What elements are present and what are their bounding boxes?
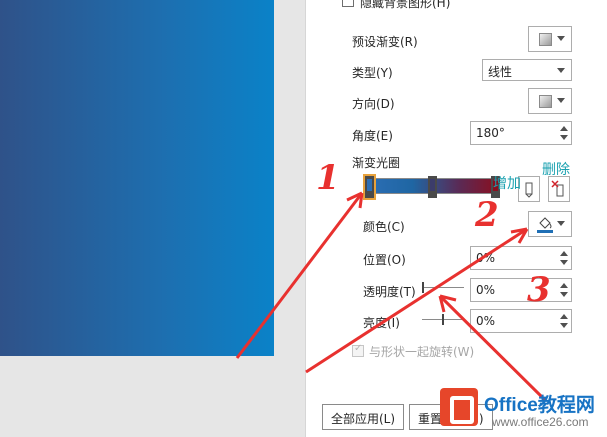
- watermark-title: Office教程网: [484, 395, 595, 416]
- spin-up-icon[interactable]: [560, 283, 568, 288]
- direction-label: 方向(D): [352, 97, 395, 111]
- rotate-with-shape-label: 与形状一起旋转(W): [369, 345, 475, 359]
- brightness-spinner[interactable]: [470, 309, 572, 333]
- chevron-down-icon: [557, 221, 565, 226]
- delete-gradient-stop-button[interactable]: [548, 176, 570, 202]
- add-annotation-label: 增加: [493, 176, 521, 192]
- preset-gradient-label: 预设渐变(R): [352, 35, 418, 49]
- brightness-label: 亮度(I): [363, 316, 400, 330]
- watermark-url: www.office26.com: [492, 415, 589, 429]
- gradient-swatch-icon: [539, 33, 552, 46]
- color-label: 颜色(C): [363, 220, 405, 234]
- slide-preview[interactable]: [0, 0, 274, 356]
- position-spinner[interactable]: [470, 246, 572, 270]
- angle-spinner[interactable]: [470, 121, 572, 145]
- add-gradient-stop-button[interactable]: [518, 176, 540, 202]
- add-stop-icon: [525, 182, 533, 198]
- angle-input[interactable]: [476, 125, 556, 141]
- type-dropdown[interactable]: 线性: [482, 59, 572, 81]
- office-logo-icon: [440, 388, 478, 426]
- transparency-label: 透明度(T): [363, 285, 416, 299]
- gradient-stop-2[interactable]: [428, 176, 437, 198]
- angle-label: 角度(E): [352, 129, 393, 143]
- paint-bucket-icon: [537, 217, 553, 233]
- spin-down-icon[interactable]: [560, 135, 568, 140]
- delete-annotation-label: 删除: [542, 162, 570, 178]
- brightness-slider[interactable]: [422, 314, 464, 325]
- direction-swatch-icon: [539, 95, 552, 108]
- gradient-stop-1[interactable]: [363, 174, 376, 200]
- preset-gradient-button[interactable]: [528, 26, 572, 52]
- apply-all-button[interactable]: 全部应用(L): [322, 404, 405, 430]
- spin-down-icon[interactable]: [560, 323, 568, 328]
- chevron-down-icon: [557, 36, 565, 41]
- spin-up-icon[interactable]: [560, 314, 568, 319]
- chevron-down-icon: [557, 68, 565, 73]
- slide-canvas-area: [0, 0, 305, 437]
- transparency-slider-thumb[interactable]: [422, 282, 424, 293]
- transparency-slider[interactable]: [422, 282, 464, 293]
- chevron-down-icon: [557, 98, 565, 103]
- type-label: 类型(Y): [352, 66, 393, 80]
- annotation-number-1: 1: [316, 158, 340, 198]
- color-picker-button[interactable]: [528, 211, 572, 237]
- direction-button[interactable]: [528, 88, 572, 114]
- gradient-stops-label: 渐变光圈: [352, 156, 401, 170]
- brightness-slider-thumb[interactable]: [442, 314, 444, 325]
- annotation-number-2: 2: [475, 195, 499, 235]
- rotate-with-shape-checkbox[interactable]: [352, 343, 364, 357]
- delete-stop-icon: [551, 180, 564, 197]
- hide-background-label: 隐藏背景图形(H): [360, 0, 451, 10]
- spin-up-icon[interactable]: [560, 126, 568, 131]
- position-input[interactable]: [476, 250, 556, 266]
- hide-background-checkbox[interactable]: [342, 0, 354, 7]
- type-dropdown-value: 线性: [488, 65, 513, 79]
- transparency-spinner[interactable]: [470, 278, 572, 302]
- position-label: 位置(O): [363, 253, 406, 267]
- office26-watermark: Office教程网 www.office26.com: [440, 380, 607, 437]
- spin-up-icon[interactable]: [560, 251, 568, 256]
- spin-down-icon[interactable]: [560, 260, 568, 265]
- annotation-number-3: 3: [527, 270, 551, 310]
- spin-down-icon[interactable]: [560, 292, 568, 297]
- brightness-input[interactable]: [476, 313, 556, 329]
